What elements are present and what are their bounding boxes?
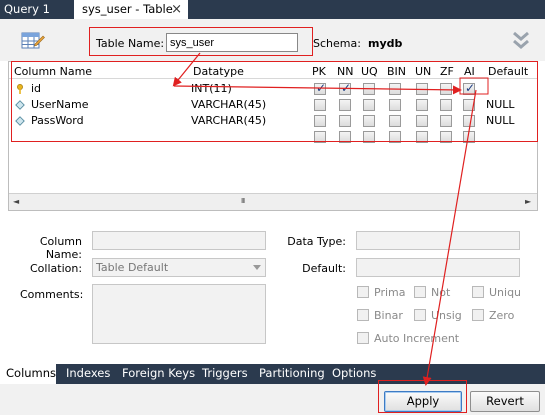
horizontal-scrollbar[interactable]: ◄ III ► (9, 193, 537, 210)
collation-label: Collation: (30, 262, 83, 275)
option-not-null[interactable]: Not (414, 286, 450, 299)
option-unsigned-label: Unsig (431, 309, 462, 322)
tab-options[interactable]: Options (332, 364, 376, 384)
table-editor-icon (21, 32, 45, 49)
option-binary[interactable]: Binar (357, 309, 403, 322)
comments-label: Comments: (20, 288, 84, 301)
data-type-field[interactable] (356, 231, 520, 250)
table-name-input[interactable] (166, 33, 298, 52)
option-zero-fill-label: Zero (489, 309, 515, 322)
tab-query-1[interactable]: Query 1 (0, 0, 72, 19)
close-icon[interactable]: × (171, 0, 182, 19)
column-name-label: Column Name: (39, 235, 82, 261)
scroll-left-icon[interactable]: ◄ (13, 197, 19, 206)
tab-options-label: Options (332, 366, 377, 380)
data-type-label: Data Type: (287, 235, 346, 248)
comments-textarea[interactable] (92, 284, 266, 344)
collation-value: Table Default (96, 261, 169, 274)
annotation-box-columns (11, 61, 538, 142)
tab-foreign-keys[interactable]: Foreign Keys (122, 364, 195, 384)
tab-columns[interactable]: Columns (0, 364, 56, 384)
tab-partitioning[interactable]: Partitioning (259, 364, 325, 384)
option-binary-label: Binar (374, 309, 403, 322)
option-unique-label: Uniqu (489, 286, 522, 299)
option-unsigned[interactable]: Unsig (414, 309, 462, 322)
option-primary-key-label: Prima (374, 286, 406, 299)
tab-sys-user-table[interactable]: sys_user - Table × (74, 0, 188, 19)
tab-triggers-label: Triggers (202, 366, 248, 380)
editor-tab-strip: Query 1 sys_user - Table × (0, 0, 545, 19)
option-unique[interactable]: Uniqu (472, 286, 521, 299)
table-name-label: Table Name: (96, 37, 165, 50)
schema-value: mydb (368, 37, 403, 50)
checkbox-icon (472, 286, 484, 298)
apply-button[interactable]: Apply (384, 391, 462, 412)
checkbox-icon (357, 332, 369, 344)
revert-button[interactable]: Revert (470, 391, 540, 412)
collapse-chevron-icon[interactable] (512, 29, 530, 51)
checkbox-icon (414, 309, 426, 321)
default-field[interactable] (356, 258, 520, 277)
tab-foreign-keys-label: Foreign Keys (122, 366, 196, 380)
checkbox-icon (357, 309, 369, 321)
chevron-down-icon (253, 265, 261, 270)
tab-indexes[interactable]: Indexes (66, 364, 110, 384)
scroll-thumb[interactable]: III (241, 197, 253, 206)
tab-indexes-label: Indexes (66, 366, 111, 380)
tab-query-1-label: Query 1 (4, 2, 50, 16)
option-not-null-label: Not (431, 286, 451, 299)
scroll-right-icon[interactable]: ► (525, 197, 531, 206)
option-zero-fill[interactable]: Zero (472, 309, 514, 322)
tab-sys-user-table-label: sys_user - Table (82, 2, 173, 16)
option-auto-increment-label: Auto Increment (374, 332, 460, 345)
tab-partitioning-label: Partitioning (259, 366, 325, 380)
column-name-field[interactable] (92, 231, 266, 250)
default-label: Default: (302, 262, 346, 275)
checkbox-icon (414, 286, 426, 298)
tab-columns-label: Columns (6, 366, 57, 380)
schema-label: Schema: (313, 37, 361, 50)
checkbox-icon (357, 286, 369, 298)
collation-select[interactable]: Table Default (92, 258, 266, 277)
checkbox-icon (472, 309, 484, 321)
option-primary-key[interactable]: Prima (357, 286, 405, 299)
option-auto-increment[interactable]: Auto Increment (357, 332, 459, 345)
tab-triggers[interactable]: Triggers (202, 364, 248, 384)
